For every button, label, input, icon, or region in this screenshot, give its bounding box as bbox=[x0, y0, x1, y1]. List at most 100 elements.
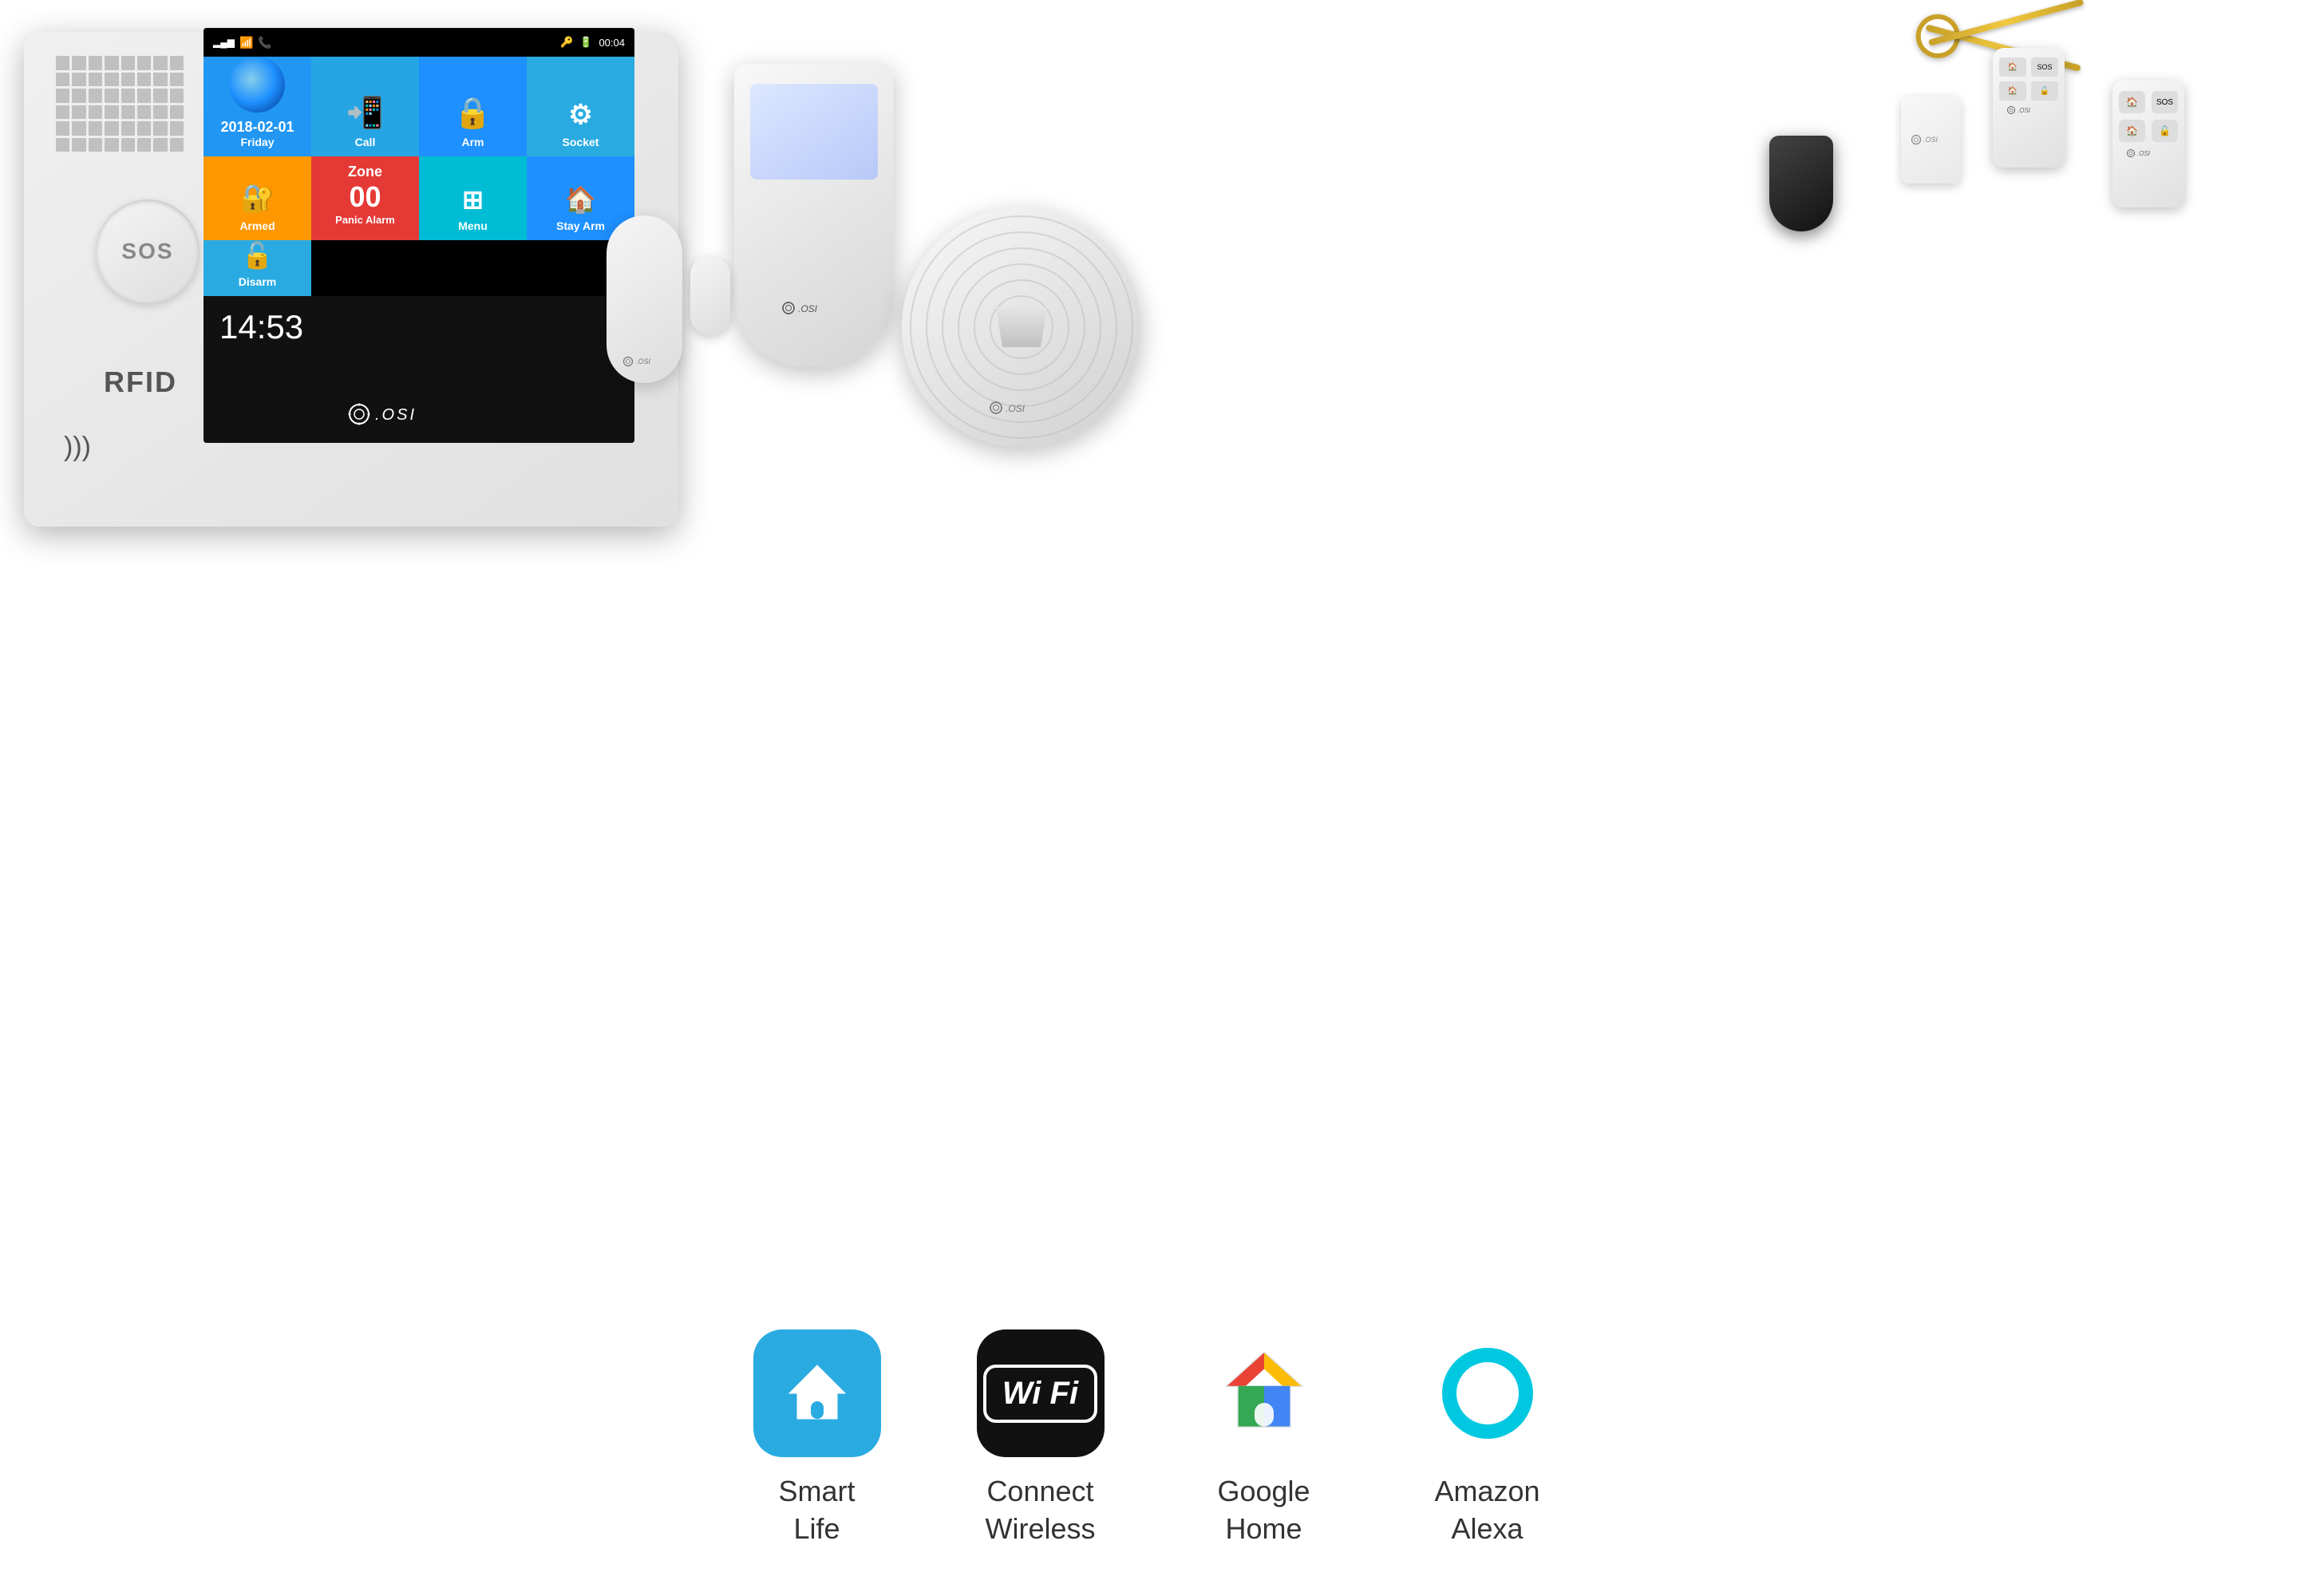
door-sensor-main: .OSI bbox=[607, 215, 682, 383]
speaker-dot bbox=[89, 121, 102, 136]
speaker-dot bbox=[105, 138, 118, 152]
pir-lens bbox=[750, 84, 878, 180]
remote-btn[interactable]: 🏠 bbox=[1999, 57, 2026, 77]
arm-label: Arm bbox=[461, 136, 484, 148]
speaker-dot bbox=[137, 105, 151, 120]
speaker-dot bbox=[56, 89, 69, 103]
svg-text:.OSI: .OSI bbox=[375, 406, 417, 424]
rfid-card-white: .OSI bbox=[1901, 96, 1961, 184]
tile-call[interactable]: 📲 Call bbox=[311, 57, 419, 156]
speaker-dot bbox=[153, 138, 167, 152]
time-display: 00:04 bbox=[599, 37, 625, 49]
tile-armed[interactable]: 🔐 Armed bbox=[204, 156, 311, 240]
disarm-icon: 🔓 bbox=[242, 240, 274, 271]
remote-2-body: 🏠 SOS 🏠 🔓 .OSI bbox=[2112, 80, 2184, 207]
speaker-dot bbox=[170, 138, 184, 152]
speaker-dot bbox=[170, 89, 184, 103]
speaker-dot bbox=[170, 105, 184, 120]
connect-line1: Connect bbox=[985, 1473, 1095, 1511]
wifi-label-container: Connect Wireless bbox=[985, 1473, 1095, 1548]
speaker-dot bbox=[56, 56, 69, 70]
remote-btn[interactable]: 🏠 bbox=[1999, 81, 2026, 101]
speaker-dot bbox=[72, 121, 85, 136]
speaker-dot bbox=[105, 89, 118, 103]
speaker-dot bbox=[105, 56, 118, 70]
remote-btn[interactable]: 🔓 bbox=[2031, 81, 2058, 101]
remote-1-body: 🏠 SOS 🏠 🔓 .OSI bbox=[1993, 48, 2065, 168]
speaker-dot bbox=[89, 138, 102, 152]
speaker-dot bbox=[89, 89, 102, 103]
battery-icon: 🔋 bbox=[579, 36, 592, 49]
speaker-dot bbox=[153, 73, 167, 87]
google-home-svg bbox=[1216, 1345, 1312, 1441]
siren: .OSI bbox=[902, 207, 1141, 447]
remote-1-brand: .OSI bbox=[1999, 105, 2058, 117]
screen-time: 14:53 bbox=[219, 308, 618, 346]
speaker-dot bbox=[56, 73, 69, 87]
remote-2: 🏠 SOS 🏠 🔓 .OSI bbox=[2112, 80, 2184, 207]
speaker-dot bbox=[72, 56, 85, 70]
tile-disarm[interactable]: 🔓 Disarm bbox=[204, 240, 311, 296]
armed-icon: 🔐 bbox=[240, 183, 274, 215]
wifi-icon-container: Wi Fi bbox=[977, 1329, 1105, 1457]
screen-bottom: 14:53 .OSI bbox=[204, 296, 634, 443]
google-home-icon bbox=[1200, 1329, 1328, 1457]
tile-grid: 2018-02-01 Friday 📲 Call 🔒 Arm ⚙ Socket … bbox=[204, 57, 634, 296]
speaker-dot bbox=[56, 138, 69, 152]
google-home-label: Google Home bbox=[1217, 1473, 1310, 1548]
tile-date[interactable]: 2018-02-01 Friday bbox=[204, 57, 311, 156]
pir-brand-logo: .OSI bbox=[734, 301, 894, 319]
alarm-screen: ▂▄▆ 📶 📞 🔑 🔋 00:04 2018-02-01 Friday 📲 Ca… bbox=[204, 28, 634, 443]
tile-panic[interactable]: Zone 00 Panic Alarm bbox=[311, 156, 419, 240]
svg-text:.OSI: .OSI bbox=[2137, 150, 2151, 157]
pir-sensor: .OSI bbox=[734, 64, 894, 367]
speaker-dot bbox=[137, 138, 151, 152]
remote-btn[interactable]: 🏠 bbox=[2119, 120, 2145, 142]
socket-label: Socket bbox=[563, 136, 599, 148]
remote-btn[interactable]: 🏠 bbox=[2119, 91, 2145, 113]
speaker-dot bbox=[121, 121, 135, 136]
wifi-label: Wi Fi bbox=[1002, 1376, 1078, 1411]
speaker-dot bbox=[121, 89, 135, 103]
tile-socket[interactable]: ⚙ Socket bbox=[527, 57, 634, 156]
speaker-dot bbox=[137, 73, 151, 87]
speaker-dot bbox=[153, 121, 167, 136]
sos-button[interactable]: SOS bbox=[96, 200, 200, 303]
speaker-dot bbox=[105, 73, 118, 87]
google-line1: Google bbox=[1217, 1473, 1310, 1511]
amazon-line1: Amazon bbox=[1434, 1473, 1539, 1511]
remote-1-buttons: 🏠 SOS 🏠 🔓 bbox=[1999, 57, 2058, 101]
menu-label: Menu bbox=[458, 219, 488, 232]
speaker-dot bbox=[137, 121, 151, 136]
speaker-dot bbox=[153, 89, 167, 103]
remote-btn[interactable]: 🔓 bbox=[2152, 120, 2178, 142]
remote-btn[interactable]: SOS bbox=[2031, 57, 2058, 77]
remote-btn[interactable]: SOS bbox=[2152, 91, 2178, 113]
tile-menu[interactable]: ⊞ Menu bbox=[419, 156, 527, 240]
speaker-dot bbox=[170, 121, 184, 136]
speaker-dot bbox=[89, 73, 102, 87]
amazon-line2: Alexa bbox=[1434, 1511, 1539, 1548]
sos-label: SOS bbox=[121, 239, 173, 264]
speaker-dot bbox=[170, 56, 184, 70]
smart-life-line1: Smart bbox=[778, 1473, 855, 1511]
svg-text:.OSI: .OSI bbox=[1923, 136, 1938, 144]
door-sensor-container: .OSI bbox=[607, 215, 682, 383]
speaker-dot bbox=[170, 73, 184, 87]
tile-arm[interactable]: 🔒 Arm bbox=[419, 57, 527, 156]
speaker-dot bbox=[89, 56, 102, 70]
key-icon: 🔑 bbox=[560, 36, 573, 49]
arm-icon: 🔒 bbox=[454, 96, 492, 131]
svg-text:.OSI: .OSI bbox=[1006, 403, 1026, 414]
features-section: Smart Life Wi Fi Connect Wireless bbox=[0, 1329, 2304, 1548]
speaker-grille bbox=[56, 56, 184, 152]
google-line2: Home bbox=[1217, 1511, 1310, 1548]
speaker-dot bbox=[89, 105, 102, 120]
svg-text:.OSI: .OSI bbox=[798, 303, 818, 314]
rfid-label: RFID bbox=[104, 365, 177, 399]
signal-icon: ▂▄▆ bbox=[213, 37, 235, 48]
rfid-card-body: .OSI bbox=[1901, 96, 1961, 184]
smart-life-line2: Life bbox=[778, 1511, 855, 1548]
remote-2-buttons: 🏠 SOS 🏠 🔓 bbox=[2119, 91, 2178, 142]
call-label: Call bbox=[355, 136, 376, 148]
